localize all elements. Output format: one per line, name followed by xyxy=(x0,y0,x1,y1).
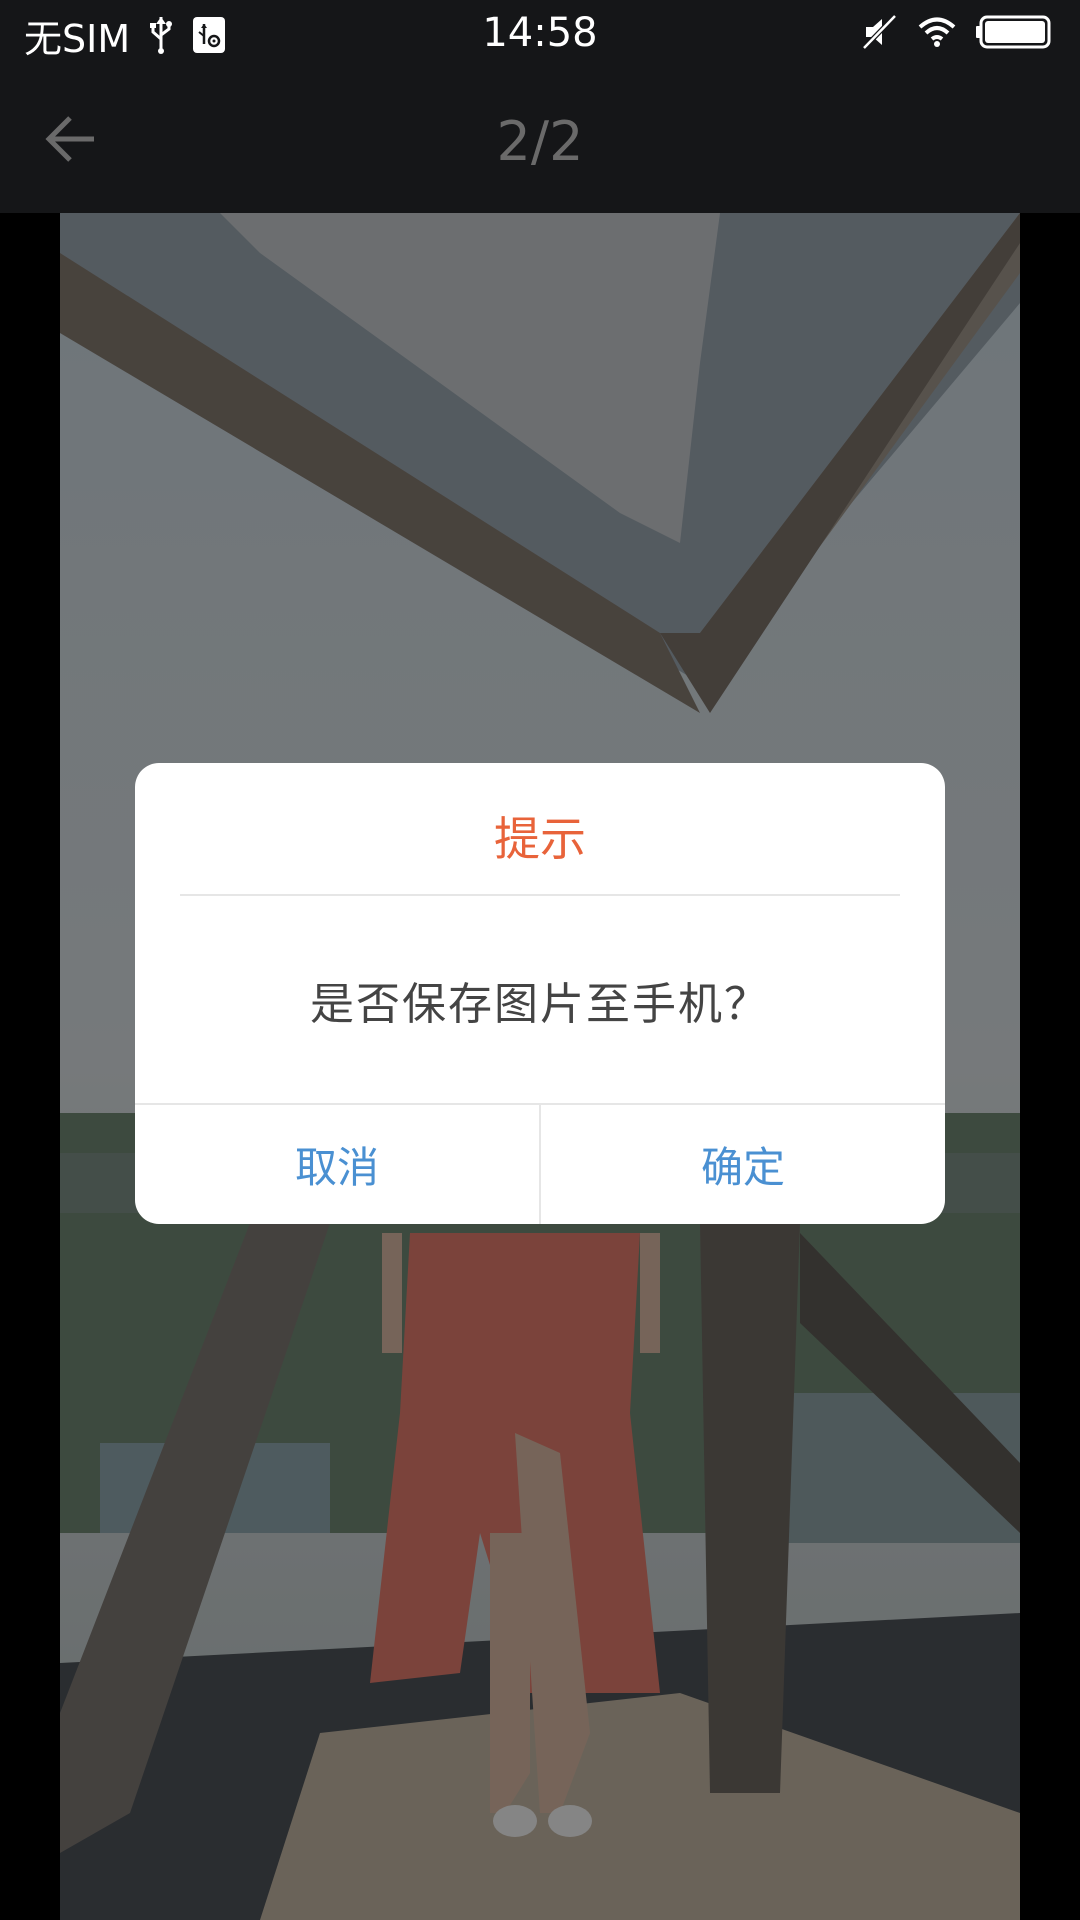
confirm-button[interactable]: 确定 xyxy=(541,1105,945,1224)
page-counter: 2/2 xyxy=(496,110,584,173)
cancel-button[interactable]: 取消 xyxy=(135,1105,539,1224)
wifi-icon xyxy=(918,16,956,52)
mute-icon xyxy=(862,14,898,54)
title-bar: 2/2 xyxy=(0,70,1080,213)
screen: 无SIM 14:58 2/2 提示 是否保存图片至手机？ 取消 确定 xyxy=(0,0,1080,1920)
status-bar: 无SIM 14:58 xyxy=(0,0,1080,70)
dialog-button-row: 取消 确定 xyxy=(135,1103,945,1224)
battery-icon xyxy=(976,15,1052,53)
dialog-divider xyxy=(180,894,900,896)
dialog-title: 提示 xyxy=(494,812,586,866)
status-right xyxy=(862,14,1052,54)
save-image-dialog: 提示 是否保存图片至手机？ 取消 确定 xyxy=(135,763,945,1224)
dialog-message: 是否保存图片至手机？ xyxy=(310,979,770,1030)
